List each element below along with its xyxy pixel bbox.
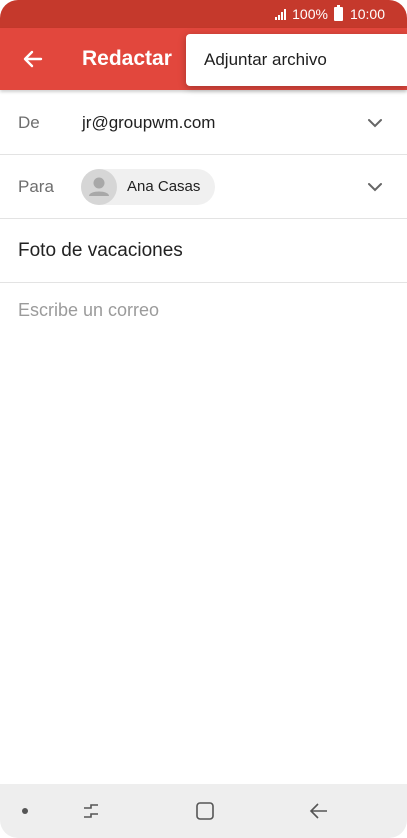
chevron-down-icon[interactable] (365, 113, 385, 133)
person-icon (89, 177, 109, 196)
subject-value: Foto de vacaciones (18, 239, 183, 261)
from-label: De (18, 112, 40, 132)
back-arrow-icon (309, 803, 327, 819)
battery-icon (333, 5, 343, 21)
overflow-menu: Adjuntar archivo (186, 34, 407, 86)
to-field[interactable]: Para Ana Casas (0, 155, 407, 219)
from-value: jr@groupwm.com (82, 112, 216, 132)
system-nav-bar (0, 784, 407, 838)
back-button[interactable] (18, 44, 48, 74)
recents-icon (84, 804, 98, 818)
battery-percent: 100% (292, 6, 328, 22)
menu-item-attach-file[interactable]: Adjuntar archivo (186, 50, 327, 70)
recipient-chip[interactable]: Ana Casas (81, 168, 215, 205)
to-label: Para (18, 176, 54, 196)
status-bar: 100% 10:00 (0, 0, 407, 28)
signal-icon (275, 8, 287, 20)
page-title: Redactar (82, 47, 172, 70)
avatar (81, 168, 117, 205)
chevron-down-icon[interactable] (365, 177, 385, 197)
subject-field[interactable]: Foto de vacaciones (0, 219, 407, 283)
clock: 10:00 (349, 6, 385, 22)
home-icon (196, 802, 214, 820)
nav-dot-icon[interactable] (22, 808, 28, 814)
recent-apps-button[interactable] (78, 798, 104, 824)
from-field[interactable]: De jr@groupwm.com (0, 91, 407, 155)
home-button[interactable] (192, 798, 218, 824)
back-nav-button[interactable] (306, 798, 332, 824)
body-input[interactable]: Escribe un correo (18, 300, 159, 321)
recipient-name: Ana Casas (127, 178, 201, 195)
arrow-left-icon (23, 50, 43, 68)
